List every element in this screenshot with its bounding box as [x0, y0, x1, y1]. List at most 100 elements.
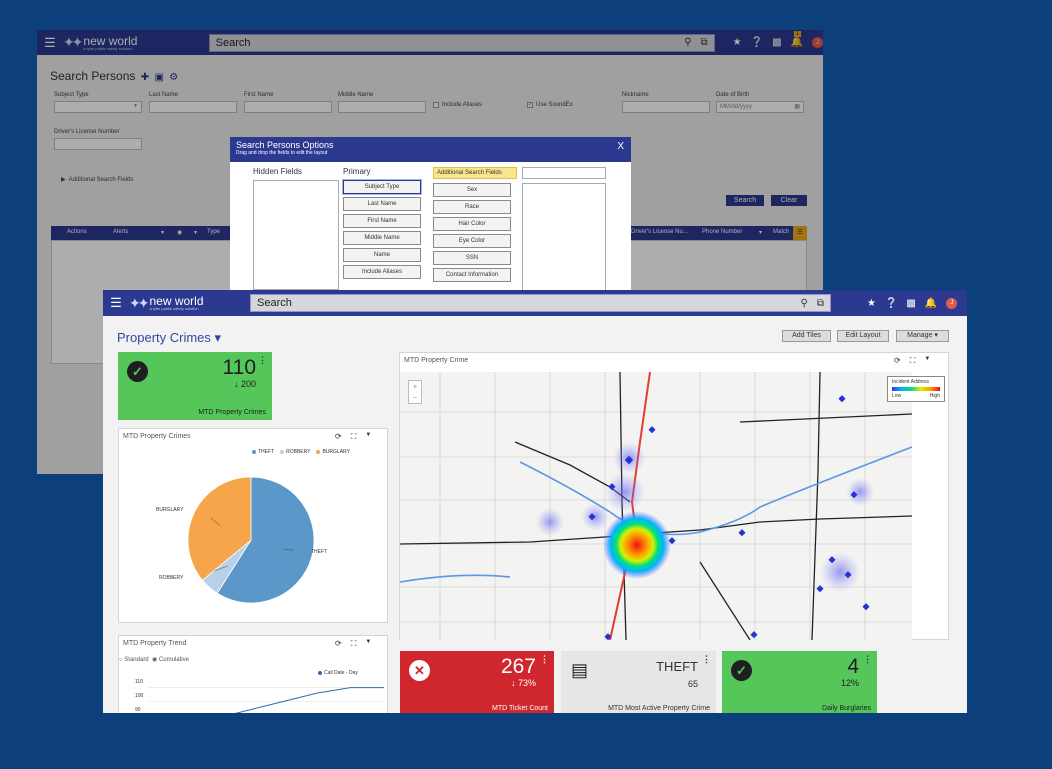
menu-icon[interactable]: ☰ [103, 295, 129, 311]
more-vert-icon[interactable]: ⋮ [540, 654, 549, 665]
chevron-down-icon[interactable]: ▼ [365, 432, 371, 442]
global-search-input[interactable]: Search ⚲ ⧉ [250, 294, 831, 312]
edit-layout-button[interactable]: Edit Layout [837, 330, 889, 342]
field-chip[interactable]: Contact Information [433, 268, 511, 282]
modal-subtitle: Drag and drop the fields to edit the lay… [236, 150, 328, 156]
primary-heading: Primary [343, 167, 371, 176]
search-options-modal: Search Persons Options Drag and drop the… [230, 137, 631, 297]
field-chip[interactable]: Middle Name [343, 231, 421, 245]
trend-line [235, 687, 384, 713]
pie-label: BURGLARY [156, 507, 184, 513]
open-external-icon[interactable]: ⧉ [817, 298, 824, 309]
extra-column [522, 167, 606, 293]
fullscreen-icon[interactable]: ⛶ [351, 432, 357, 442]
pie-chart: THEFT ROBBERY BURGLARY [156, 476, 327, 604]
tile-value: 110 [222, 356, 256, 379]
extra-column-header-input[interactable] [522, 167, 606, 179]
tile-mtd-property-crimes[interactable]: ✓ 110 ↓ 200 MTD Property Crimes ⋮ [118, 352, 272, 420]
refresh-icon[interactable]: ⟳ [335, 432, 342, 442]
star-icon[interactable]: ★ [867, 298, 876, 309]
zoom-in-button[interactable]: + [409, 381, 421, 392]
check-circle-icon: ✓ [731, 660, 752, 681]
field-chip[interactable]: Eye Color [433, 234, 511, 248]
heat-map[interactable] [400, 372, 912, 640]
tile-sub: 65 [687, 679, 698, 689]
extra-dropzone[interactable] [522, 183, 606, 293]
modal-title: Search Persons Options [236, 140, 334, 150]
tile-sub: 12% [840, 678, 859, 688]
dashboard-title[interactable]: Property Crimes ▾ [117, 330, 221, 346]
brand-logo: ✦✦ new world a tyler public safety soluti… [129, 295, 250, 312]
additional-column: Additional Search Fields Sex Race Hair Col… [433, 167, 517, 285]
field-chip[interactable]: Last Name [343, 197, 421, 211]
field-chip[interactable]: Race [433, 200, 511, 214]
more-vert-icon[interactable]: ⋮ [702, 654, 711, 665]
fullscreen-icon[interactable]: ⛶ [910, 356, 916, 366]
map-panel: MTD Property Crime ⟳ ⛶ ▼ + − Incident Ad… [399, 352, 949, 640]
dashboard-window: ☰ ✦✦ new world a tyler public safety solu… [103, 290, 967, 713]
hidden-fields-dropzone[interactable] [253, 180, 339, 290]
legend-gradient [892, 387, 940, 391]
legend-high: High [929, 393, 940, 399]
primary-fields-list: Subject Type Last Name First Name Middle Na… [343, 180, 421, 279]
legend-title: Incident Address [892, 379, 929, 385]
check-circle-icon: ✓ [127, 361, 148, 382]
tile-value: 4 [847, 655, 859, 678]
more-vert-icon[interactable]: ⋮ [863, 654, 872, 665]
tile-caption: Daily Burglaries [821, 705, 871, 712]
trend-panel: MTD Property Trend ⟳ ⛶ ▼ ○ Standard ◉ Cu… [118, 635, 388, 713]
tile-delta: ↓ 200 [233, 379, 256, 389]
field-chip[interactable]: Subject Type [343, 180, 421, 194]
pie-label: THEFT [311, 549, 327, 555]
field-chip[interactable]: Include Aliases [343, 265, 421, 279]
tile-caption: MTD Ticket Count [491, 705, 548, 712]
additional-heading: Additional Search Fields [433, 167, 517, 179]
tile-value: THEFT [656, 659, 698, 674]
tile-value: 267 [500, 655, 536, 678]
legend-low: Low [892, 393, 902, 399]
brand-tagline: a tyler public safety solution [149, 306, 199, 311]
apps-grid-icon[interactable]: ▩ [906, 298, 915, 309]
search-label: Search [257, 297, 292, 309]
help-icon[interactable]: ❔ [885, 298, 897, 309]
bell-icon[interactable]: 🔔 [925, 298, 937, 309]
pie-label: ROBBERY [159, 575, 184, 581]
tile-mtd-ticket-count[interactable]: ✕ 267 ↓ 73% MTD Ticket Count ⋮ [400, 651, 554, 713]
front-top-nav: ☰ ✦✦ new world a tyler public safety solu… [103, 290, 967, 316]
close-icon[interactable]: X [617, 141, 624, 152]
manage-button[interactable]: Manage ▾ [896, 330, 949, 342]
hidden-fields-heading: Hidden Fields [253, 167, 302, 176]
trend-chart [149, 687, 384, 713]
add-tiles-button[interactable]: Add Tiles [782, 330, 831, 342]
field-chip[interactable]: Hair Color [433, 217, 511, 231]
newspaper-icon: ▤ [571, 660, 589, 680]
refresh-icon[interactable]: ⟳ [894, 356, 901, 366]
avatar[interactable]: J [946, 297, 958, 309]
field-chip[interactable]: Name [343, 248, 421, 262]
panel-title: MTD Property Crime [404, 357, 469, 364]
hidden-fields-column: Hidden Fields [253, 167, 339, 290]
more-vert-icon[interactable]: ⋮ [258, 355, 267, 366]
field-chip[interactable]: First Name [343, 214, 421, 228]
logo-mark-icon: ✦✦ [129, 294, 150, 311]
chevron-down-icon[interactable]: ▼ [924, 356, 930, 366]
additional-fields-list: Sex Race Hair Color Eye Color SSN Contact Inf… [433, 183, 517, 282]
primary-column: Primary Subject Type Last Name First Name M… [343, 167, 421, 282]
tile-daily-burglaries[interactable]: ✓ 4 12% Daily Burglaries ⋮ [722, 651, 877, 713]
map-zoom-control: + − [408, 380, 422, 404]
modal-header: Search Persons Options Drag and drop the… [230, 137, 631, 162]
field-chip[interactable]: Sex [433, 183, 511, 197]
field-chip[interactable]: SSN [433, 251, 511, 265]
search-icon[interactable]: ⚲ [801, 298, 808, 309]
panel-tools: ⟳ ⛶ ▼ [335, 432, 371, 442]
heat-legend: Incident Address Low High [887, 376, 945, 402]
panel-tools: ⟳ ⛶ ▼ [894, 356, 930, 366]
tile-caption: MTD Most Active Property Crime [608, 705, 710, 712]
zoom-out-button[interactable]: − [409, 392, 421, 403]
pie-chart-panel: MTD Property Crimes ⟳ ⛶ ▼ THEFT ROBBERY … [118, 428, 388, 623]
tile-delta: ↓ 73% [510, 678, 536, 688]
error-x-icon: ✕ [409, 660, 430, 681]
tile-caption: MTD Property Crimes [198, 409, 266, 416]
panel-title: MTD Property Crimes [123, 433, 191, 440]
tile-most-active-crime[interactable]: ▤ THEFT 65 MTD Most Active Property Crim… [561, 651, 716, 713]
